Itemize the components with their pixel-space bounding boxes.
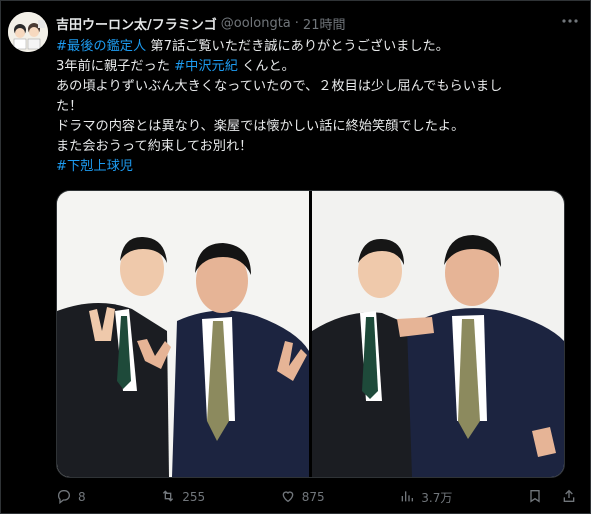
hashtag-gekokujo-kyuji[interactable]: #下剋上球児 xyxy=(56,159,133,174)
tweet-line: 3年前に親子だった xyxy=(56,59,175,74)
hashtag-nakazawa-motoki[interactable]: #中沢元紀 xyxy=(174,59,238,74)
secondary-actions xyxy=(527,488,577,507)
more-icon[interactable] xyxy=(561,12,579,34)
media-grid xyxy=(56,190,565,478)
reply-count: 8 xyxy=(78,490,86,504)
repost-button[interactable]: 255 xyxy=(160,488,205,507)
tweet-line: 第7話ご覧いただき誠にありがとうございました。 xyxy=(146,39,449,54)
views-icon xyxy=(399,488,415,507)
like-count: 875 xyxy=(301,490,325,504)
action-bar: 8 255 875 3.7万 xyxy=(56,486,577,508)
views-button[interactable]: 3.7万 xyxy=(399,488,452,507)
reply-icon xyxy=(56,488,72,507)
tweet-text: #最後の鑑定人 第7話ご覧いただき誠にありがとうございました。 3年前に親子だっ… xyxy=(56,37,577,177)
like-button[interactable]: 875 xyxy=(280,488,325,507)
photo-2[interactable] xyxy=(312,191,564,477)
tweet-line: た！ xyxy=(56,99,83,114)
tweet-line: あの頃よりずいぶん大きくなっていたので、２枚目は少し屈んでもらいまし xyxy=(56,79,503,94)
photo-1[interactable] xyxy=(57,191,309,477)
tweet-line: くんと。 xyxy=(237,59,295,74)
views-count: 3.7万 xyxy=(421,490,453,505)
reply-button[interactable]: 8 xyxy=(56,488,86,507)
tweet-header: 吉田ウーロン太/フラミンゴ @oolongta · 21時間 xyxy=(56,12,581,34)
handle[interactable]: @oolongta xyxy=(221,16,291,31)
separator: · xyxy=(294,15,299,31)
avatar[interactable] xyxy=(8,12,48,52)
bookmark-icon[interactable] xyxy=(527,488,543,507)
timestamp[interactable]: 21時間 xyxy=(303,14,346,33)
tweet-line: また会おうって約束してお別れ！ xyxy=(56,139,253,154)
tweet-line: ドラマの内容とは異なり、楽屋では懐かしい話に終始笑顔でしたよ。 xyxy=(56,119,465,134)
like-icon xyxy=(280,488,296,507)
share-icon[interactable] xyxy=(561,488,577,507)
repost-icon xyxy=(160,488,176,507)
repost-count: 255 xyxy=(182,490,206,504)
display-name[interactable]: 吉田ウーロン太/フラミンゴ xyxy=(56,14,217,33)
hashtag-saigo-no-kanteinin[interactable]: #最後の鑑定人 xyxy=(56,39,146,54)
